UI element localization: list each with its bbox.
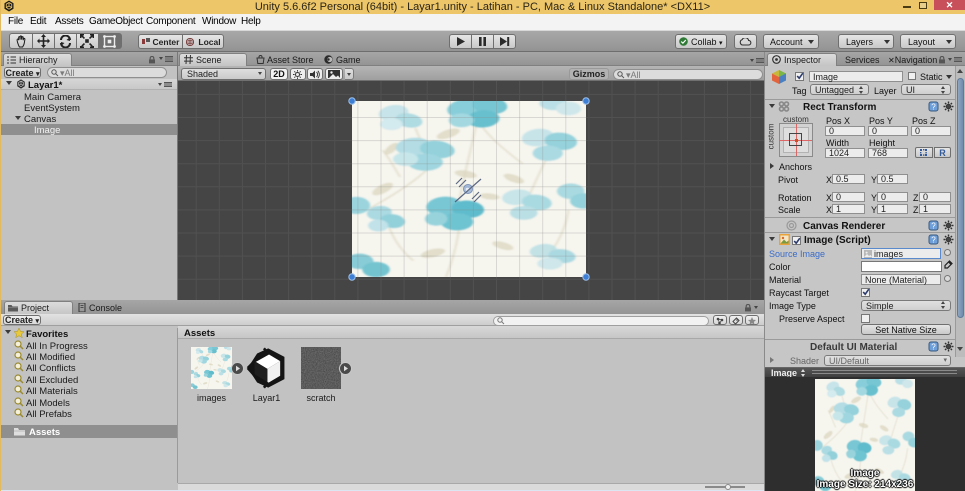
- svg-text:?: ?: [931, 103, 936, 112]
- svg-text:?: ?: [931, 236, 936, 245]
- svg-text:?: ?: [931, 222, 936, 231]
- svg-text:?: ?: [931, 343, 936, 352]
